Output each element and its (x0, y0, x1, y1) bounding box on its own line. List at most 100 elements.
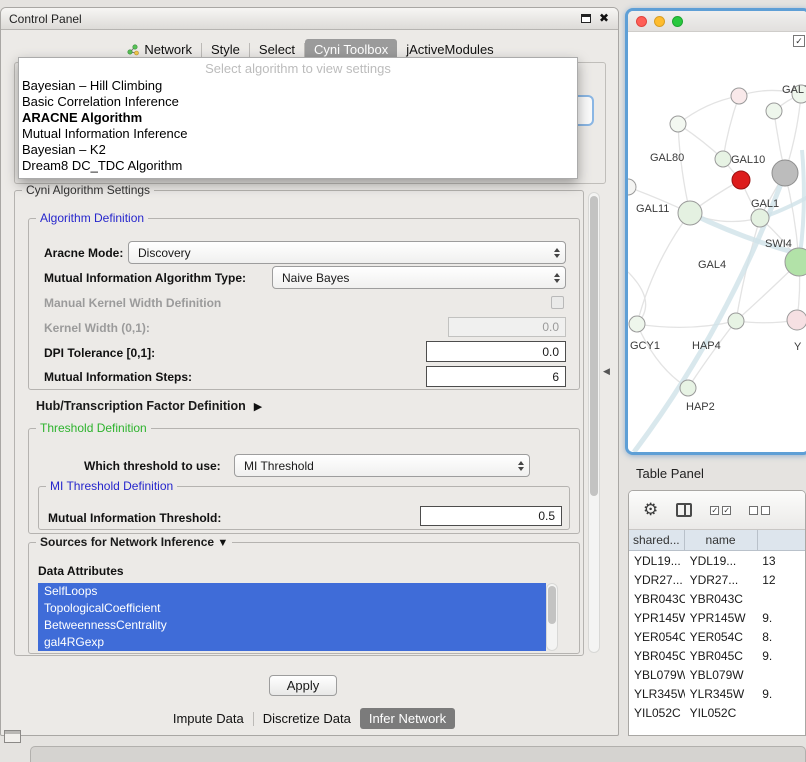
chevron-down-icon: ▼ (217, 537, 228, 549)
table-row[interactable]: YBR045CYBR045C9. (629, 646, 805, 665)
scrollbar-thumb[interactable] (548, 586, 556, 624)
column-header-clipped[interactable] (758, 530, 805, 550)
table-cell: YDL19... (685, 554, 758, 568)
table-row[interactable]: YIL052CYIL052C (629, 703, 805, 722)
network-node[interactable] (629, 316, 645, 332)
field-value: 0.5 (538, 509, 555, 523)
attributes-scrollbar[interactable] (546, 583, 558, 651)
mi-type-select[interactable]: Naive Bayes (272, 266, 566, 289)
node-label: HAP2 (686, 401, 715, 413)
tab-infer-network[interactable]: Infer Network (360, 708, 455, 729)
table-cell: YDR27... (629, 573, 685, 587)
minimized-panel-icon[interactable] (4, 730, 21, 743)
sources-toggle[interactable]: Sources for Network Inference ▼ (36, 535, 232, 549)
column-header-shared-name[interactable]: shared... (629, 530, 685, 550)
aracne-mode-label: Aracne Mode: (44, 246, 123, 260)
algorithm-option[interactable]: Bayesian – K2 (19, 142, 577, 158)
network-node[interactable] (680, 380, 696, 396)
table-cell: 13 (757, 554, 805, 568)
table-row[interactable]: YDR27...YDR27...12 (629, 570, 805, 589)
attribute-list-item[interactable]: SelfLoops (38, 583, 546, 600)
table-cell: YIL052C (629, 706, 685, 720)
check-icon: ✓ (723, 506, 730, 515)
node-table-body: YDL19...YDL19...13YDR27...YDR27...12YBR0… (629, 551, 805, 722)
algorithm-option[interactable]: Basic Correlation Inference (19, 94, 577, 110)
node-label: GAL11 (636, 203, 669, 215)
float-window-icon[interactable] (581, 14, 591, 23)
field-value: 6 (552, 370, 559, 384)
attribute-list-item[interactable]: TopologicalCoefficient (38, 600, 546, 617)
unchecked-box-icon (761, 506, 770, 515)
scrollbar-thumb[interactable] (590, 196, 598, 496)
network-node[interactable] (731, 88, 747, 104)
attribute-list-item[interactable]: BetweennessCentrality (38, 617, 546, 634)
combo-value: MI Threshold (244, 459, 314, 473)
check-icon: ✓ (795, 36, 803, 46)
manual-kernel-checkbox[interactable] (551, 296, 564, 309)
network-node[interactable] (728, 313, 744, 329)
attribute-list-item[interactable]: gal4RGexp (38, 634, 546, 651)
deselect-all-icon[interactable] (749, 506, 770, 515)
network-node[interactable] (670, 116, 686, 132)
network-window-titlebar[interactable] (628, 11, 806, 32)
algorithm-option[interactable]: ARACNE Algorithm (19, 110, 577, 126)
table-row[interactable]: YLR345WYLR345W9. (629, 684, 805, 703)
settings-scrollbar[interactable] (588, 192, 600, 653)
table-row[interactable]: YBR043CYBR043C (629, 589, 805, 608)
aracne-mode-select[interactable]: Discovery (128, 241, 566, 264)
network-node[interactable] (766, 103, 782, 119)
algorithm-option[interactable]: Bayesian – Hill Climbing (19, 78, 577, 94)
select-all-icon[interactable]: ✓ ✓ (710, 506, 731, 515)
which-threshold-select[interactable]: MI Threshold (234, 454, 530, 477)
table-row[interactable]: YDL19...YDL19...13 (629, 551, 805, 570)
network-canvas[interactable]: GAL80GAL10GAL11GAL1SWI4GAL4GCY1HAP4HAP2G… (628, 32, 806, 452)
tab-label: Infer Network (369, 711, 446, 726)
group-title: Threshold Definition (36, 421, 151, 435)
tab-impute-data[interactable]: Impute Data (164, 708, 253, 729)
table-cell: YBR043C (629, 592, 685, 606)
table-cell: YPR145W (629, 611, 685, 625)
table-row[interactable]: YER054CYER054C8. (629, 627, 805, 646)
table-row[interactable]: YBL079WYBL079W (629, 665, 805, 684)
table-panel-title: Table Panel (636, 466, 704, 481)
dpi-tolerance-input[interactable]: 0.0 (426, 341, 566, 362)
control-panel-titlebar[interactable]: Control Panel ✖ (1, 8, 618, 30)
network-node[interactable] (772, 160, 798, 186)
tab-label: Select (259, 42, 295, 57)
tab-label: Cyni Toolbox (314, 42, 388, 57)
network-view-window: GAL80GAL10GAL11GAL1SWI4GAL4GCY1HAP4HAP2G… (625, 8, 806, 455)
column-header-name[interactable]: name (685, 530, 758, 550)
zoom-traffic-light[interactable] (672, 16, 683, 27)
columns-icon[interactable] (676, 503, 692, 517)
gear-icon[interactable]: ⚙ (643, 500, 658, 520)
close-icon[interactable]: ✖ (599, 11, 609, 25)
network-node[interactable] (628, 179, 636, 195)
mi-threshold-input[interactable]: 0.5 (420, 506, 562, 526)
data-attributes-list[interactable]: SelfLoopsTopologicalCoefficientBetweenne… (38, 583, 546, 651)
network-node[interactable] (787, 310, 806, 330)
apply-button[interactable]: Apply (269, 675, 337, 696)
hub-definition-toggle[interactable]: Hub/Transcription Factor Definition ▶ (36, 399, 262, 413)
algorithm-option[interactable]: Dream8 DC_TDC Algorithm (19, 158, 577, 174)
network-node[interactable] (678, 201, 702, 225)
mi-steps-input[interactable]: 6 (426, 366, 566, 387)
network-node[interactable] (732, 171, 750, 189)
stepper-icon (554, 273, 560, 283)
network-node[interactable] (715, 151, 731, 167)
kernel-width-input[interactable]: 0.0 (448, 317, 566, 337)
node-label: SWI4 (765, 238, 792, 250)
network-svg: GAL80GAL10GAL11GAL1SWI4GAL4GCY1HAP4HAP2G… (628, 32, 806, 452)
network-edge (678, 124, 723, 159)
table-row[interactable]: YPR145WYPR145W9. (629, 608, 805, 627)
dpi-tolerance-label: DPI Tolerance [0,1]: (44, 346, 155, 360)
panel-collapse-arrow-icon[interactable]: ◀ (603, 366, 610, 377)
overview-toggle-checkbox[interactable]: ✓ (793, 35, 805, 47)
tab-discretize-data[interactable]: Discretize Data (254, 708, 360, 729)
bottom-window-edge (30, 746, 806, 762)
algorithm-option[interactable]: Mutual Information Inference (19, 126, 577, 142)
network-edge (799, 150, 804, 262)
minimize-traffic-light[interactable] (654, 16, 665, 27)
node-label: GCY1 (630, 340, 660, 352)
network-node[interactable] (751, 209, 769, 227)
close-traffic-light[interactable] (636, 16, 647, 27)
